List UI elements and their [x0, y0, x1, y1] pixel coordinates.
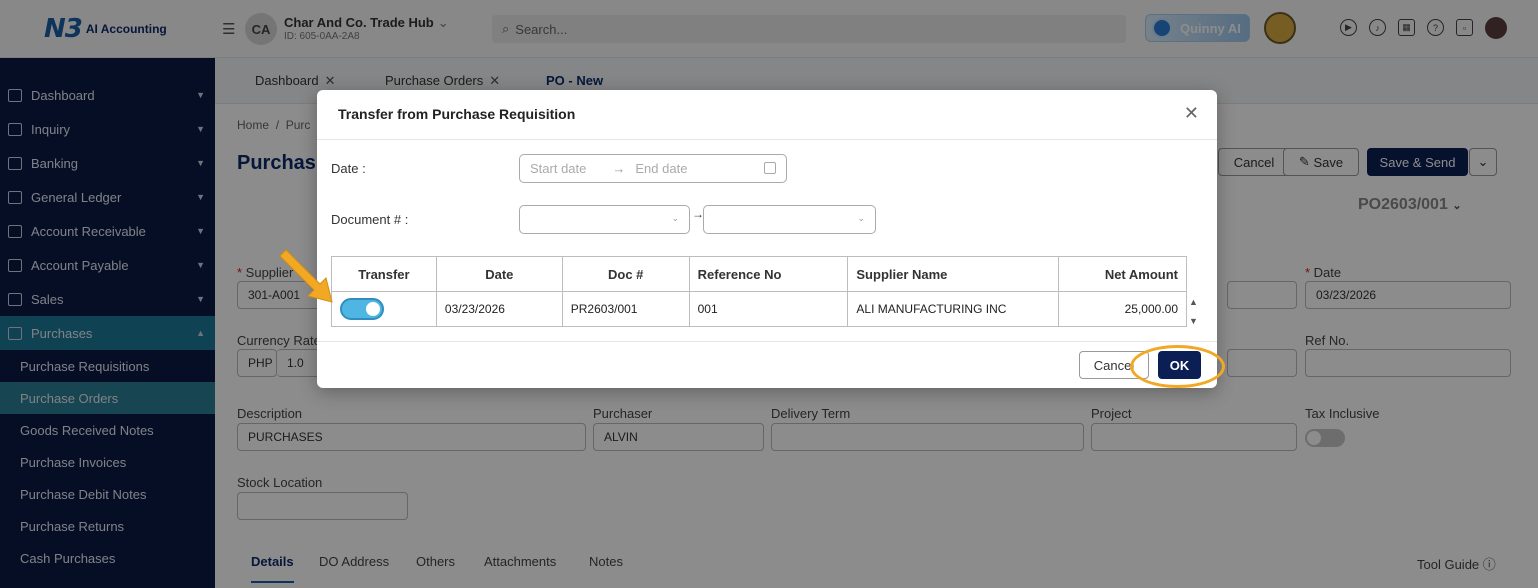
start-date-input[interactable]: Start date: [530, 161, 586, 176]
table-scrollbar[interactable]: ▲ ▼: [1189, 293, 1198, 331]
column-header: Date: [435, 256, 563, 292]
column-header: Doc #: [561, 256, 690, 292]
transfer-cell: [331, 291, 437, 327]
doc-cell: PR2603/001: [561, 291, 690, 327]
document-number-label: Document # :: [331, 212, 409, 227]
column-header: Net Amount: [1058, 256, 1187, 292]
dialog-title: Transfer from Purchase Requisition: [338, 106, 576, 122]
column-header: Reference No: [688, 256, 849, 292]
transfer-dialog: Transfer from Purchase Requisition ✕ Dat…: [317, 90, 1217, 388]
end-date-input[interactable]: End date: [635, 161, 687, 176]
requisition-table: Transfer Date Doc # Reference No Supplie…: [331, 256, 1187, 327]
table-row[interactable]: 03/23/2026 PR2603/001 001 ALI MANUFACTUR…: [331, 291, 1187, 327]
document-from-select[interactable]: ⌄: [519, 205, 690, 234]
date-range-picker[interactable]: Start date → End date: [519, 154, 787, 183]
supplier-cell: ALI MANUFACTURING INC: [847, 291, 1060, 327]
divider: [317, 341, 1217, 342]
calendar-icon: [764, 162, 776, 174]
date-cell: 03/23/2026: [435, 291, 563, 327]
close-icon[interactable]: ✕: [1184, 103, 1199, 124]
highlight-ring: [1130, 345, 1225, 388]
column-header: Supplier Name: [847, 256, 1060, 292]
chevron-down-icon: ⌄: [671, 213, 679, 223]
pointer-arrow-icon: [280, 249, 333, 303]
date-filter-label: Date :: [331, 161, 366, 176]
scroll-up-icon[interactable]: ▲: [1189, 293, 1198, 312]
divider: [317, 139, 1217, 140]
document-to-select[interactable]: ⌄: [703, 205, 876, 234]
scroll-down-icon[interactable]: ▼: [1189, 312, 1198, 331]
arrow-right-icon: →: [612, 161, 626, 176]
chevron-down-icon: ⌄: [857, 213, 865, 223]
transfer-toggle[interactable]: [340, 298, 384, 320]
column-header: Transfer: [331, 256, 437, 292]
reference-cell: 001: [688, 291, 849, 327]
table-header-row: Transfer Date Doc # Reference No Supplie…: [331, 256, 1187, 292]
net-amount-cell: 25,000.00: [1058, 291, 1187, 327]
